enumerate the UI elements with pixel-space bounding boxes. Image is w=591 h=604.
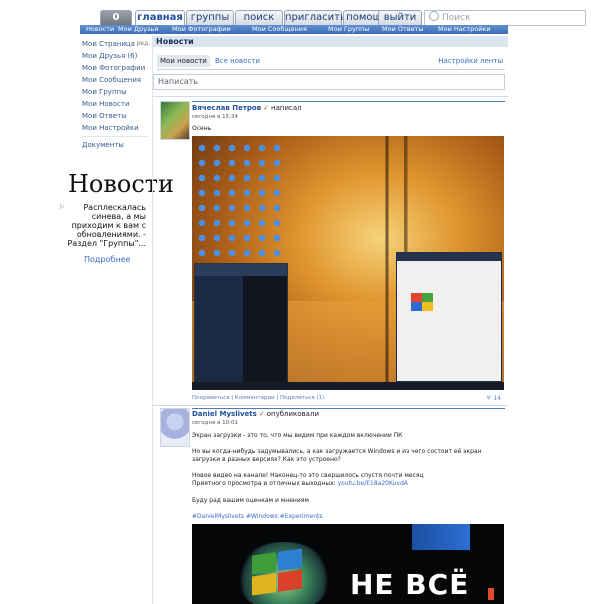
sub-navigation: Новости Мои Друзья Мои Фотографии Мои Со… [80,25,508,34]
separator [153,405,508,406]
windows-logo-icon [411,293,433,311]
tab-invite[interactable]: пригласить [284,10,346,26]
taskbar [192,382,504,390]
image-caption: НЕ ВСЁ [350,568,470,601]
subnav-groups[interactable]: Мои Группы [328,25,369,34]
avatar[interactable] [160,408,190,447]
news-widget-title: Новости [68,170,175,198]
red-mark [488,588,494,600]
post-paragraph: Экран загрузки - это то, что мы видим пр… [192,432,403,439]
system-properties-window [396,252,502,382]
tab-all-news[interactable]: Все новости [215,55,260,67]
search-placeholder: Поиск [442,13,471,23]
post-image[interactable] [192,136,504,390]
compose-input[interactable]: Написать [153,74,505,90]
news-more-link[interactable]: Подробнее [84,255,130,264]
sidebar-item-friends[interactable]: Мои Друзья (6) [82,52,137,60]
post-author-line: Daniel Myslivets ✓ опубликовали [192,410,319,418]
subnav-messages[interactable]: Мои Сообщения [252,25,307,34]
sidebar-item-news[interactable]: Мои Новости [82,100,130,108]
subnav-friends[interactable]: Мои Друзья [118,25,158,34]
hashtag-links[interactable]: #DanielMyslivets #Windows #Experiments [192,513,323,520]
verified-icon: ✓ [258,410,265,418]
post-verb: опубликовали [266,410,319,418]
column-divider [152,36,153,604]
news-widget-text: Расплескалась синева, а мы приходим к ва… [67,203,146,248]
like-counter[interactable]: ♥ 14 [486,395,501,402]
tab-my-news[interactable]: Мои новости [157,55,210,67]
post-paragraph: Приятного просмотра и отличных выходных:… [192,480,504,488]
page-title: Новости [156,37,194,46]
start-menu [194,263,288,383]
post-time: сегодня в 10:01 [192,420,238,426]
desktop-icons [196,142,288,260]
post-paragraph: Новое видео на канале! Наконец-то это св… [192,472,424,479]
post-author[interactable]: Daniel Myslivets [192,410,257,418]
heart-icon: ♥ [486,395,492,402]
like-count: 14 [493,395,501,402]
sidebar-item-photos[interactable]: Мои Фотографии [82,64,145,72]
top-navigation: 0 главная группы поиск пригласить помощь… [80,10,586,26]
sidebar-item-settings[interactable]: Мои Настройки [82,124,139,132]
subnav-settings[interactable]: Мои Настройки [438,25,491,34]
tab-logout[interactable]: выйти [378,10,422,26]
search-icon [429,11,439,21]
tab-home[interactable]: главная [135,10,185,26]
tab-groups[interactable]: группы [186,10,234,26]
compose-placeholder: Написать [158,77,199,86]
search-input[interactable]: Поиск [424,10,586,26]
avatar[interactable] [160,101,190,140]
tab-search[interactable]: поиск [235,10,283,26]
subnav-answers[interactable]: Мои Ответы [382,25,424,34]
edit-link[interactable]: ред. [136,40,150,47]
separator [153,96,508,97]
post-text: Осень [192,125,212,132]
subnav-photos[interactable]: Мои Фотографии [172,25,231,34]
post-time: сегодня в 15:34 [192,114,238,120]
subnav-news[interactable]: Новости [86,25,114,34]
sidebar-item-documents[interactable]: Документы [82,141,124,149]
blue-window-shape [412,524,470,550]
news-tabs: Мои новости Все новости Настройки ленты [157,55,505,70]
post-paragraph-text: Приятного просмотра и отличных выходных: [192,480,336,487]
video-link[interactable]: youtu.be/E18a20KuvdA [338,480,408,487]
sidebar-item-messages[interactable]: Мои Сообщения [82,76,141,84]
post-paragraph: Буду рад вашим оценкам и мнениям [192,497,309,504]
feed-settings-link[interactable]: Настройки ленты [438,55,503,67]
post-image[interactable]: НЕ ВСЁ [192,524,504,604]
post-author-line: Вячеслав Петров ✓ написал [192,104,302,112]
main-header: Новости [153,36,508,47]
sidebar-item-my-page[interactable]: Мои Страница [82,40,135,48]
post-header-line [192,408,505,409]
post-paragraph: Но вы когда-нибудь задумывались, а как з… [192,448,482,463]
windows-logo-icon [252,548,302,596]
site-logo[interactable]: 0 [100,10,132,26]
hashtags: #DanielMyslivets #Windows #Experiments [192,513,504,521]
post-author[interactable]: Вячеслав Петров [192,104,261,112]
post-header-line [192,101,505,102]
sidebar-item-answers[interactable]: Мои Ответы [82,112,127,120]
sidebar-divider [80,136,148,137]
sidebar-item-groups[interactable]: Мои Группы [82,88,127,96]
post-verb: написал [271,104,302,112]
post-actions[interactable]: Понравиться | Комментарии | Поделиться (… [192,395,324,401]
verified-icon: ✓ [263,104,270,112]
